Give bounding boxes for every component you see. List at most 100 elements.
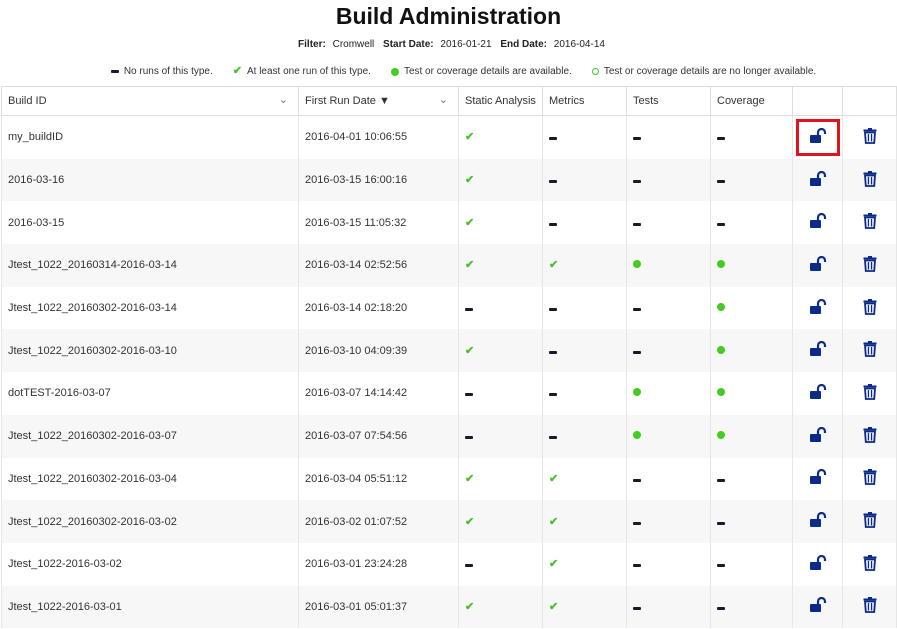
unlocked-lock-icon[interactable]: [801, 551, 835, 578]
metrics-cell: ✔: [542, 244, 627, 287]
build-id-cell: Jtest_1022_20160302-2016-03-10: [1, 329, 299, 373]
trash-icon[interactable]: [863, 512, 877, 531]
dash-icon: [549, 308, 557, 312]
dash-icon: [717, 606, 725, 610]
tests-cell: [626, 585, 711, 629]
lock-cell: [792, 372, 843, 415]
metrics-cell: [542, 414, 627, 458]
unlocked-lock-icon[interactable]: [801, 295, 835, 322]
coverage-cell: [710, 286, 793, 330]
trash-icon[interactable]: [863, 213, 877, 232]
start-date-value: 2016-01-21: [440, 39, 492, 50]
first-run-date-cell: 2016-03-10 04:09:39: [298, 329, 459, 373]
filled-dot-icon: [717, 303, 725, 312]
dash-icon: [549, 350, 557, 354]
legend-label: No runs of this type.: [123, 66, 213, 77]
first-run-date-cell: 2016-03-07 14:14:42: [298, 372, 459, 415]
static-analysis-cell: [458, 372, 543, 415]
unlocked-lock-icon[interactable]: [801, 423, 835, 450]
tests-cell: [626, 244, 711, 287]
coverage-cell: [710, 372, 793, 415]
unlocked-lock-icon[interactable]: [795, 118, 840, 156]
filled-dot-icon: [717, 388, 725, 397]
lock-cell: [792, 158, 843, 202]
trash-icon[interactable]: [863, 341, 877, 360]
unlocked-lock-icon[interactable]: [801, 252, 835, 279]
static-analysis-cell: [458, 414, 543, 458]
first-run-date-cell: 2016-03-15 16:00:16: [298, 158, 459, 202]
unlocked-lock-icon[interactable]: [801, 465, 835, 492]
coverage-cell: [710, 158, 793, 202]
trash-icon[interactable]: [863, 554, 877, 574]
delete-cell: [842, 542, 897, 586]
column-header-first-run-date[interactable]: First Run Date ▼ ⌄: [298, 86, 459, 116]
check-icon: ✔: [549, 515, 559, 528]
tests-cell: [626, 457, 711, 501]
tests-cell: [626, 201, 711, 245]
trash-icon[interactable]: [863, 426, 877, 446]
static-analysis-cell: ✔: [458, 500, 543, 543]
unlocked-lock-icon[interactable]: [801, 593, 835, 620]
chevron-down-icon[interactable]: ⌄: [439, 93, 448, 106]
trash-icon[interactable]: [863, 597, 877, 616]
delete-cell: [842, 158, 897, 202]
lock-cell: [792, 329, 843, 373]
tests-cell: [626, 115, 711, 159]
trash-icon[interactable]: [863, 469, 877, 488]
check-icon: ✔: [465, 174, 475, 187]
coverage-cell: [710, 414, 793, 458]
tests-cell: [626, 542, 711, 586]
page-title: Build Administration: [335, 3, 562, 29]
column-header-coverage: Coverage: [710, 86, 793, 116]
unlocked-lock-icon[interactable]: [801, 209, 835, 236]
chevron-down-icon[interactable]: ⌄: [279, 93, 288, 106]
table-row: Jtest_1022_20160302-2016-03-10 2016-03-1…: [1, 329, 897, 373]
legend-item-none: No runs of this type.: [110, 66, 213, 77]
unlocked-lock-icon[interactable]: [801, 167, 835, 194]
unlocked-lock-icon[interactable]: [801, 508, 835, 535]
lock-cell: [792, 414, 843, 458]
trash-icon[interactable]: [863, 255, 877, 275]
metrics-cell: ✔: [542, 500, 627, 543]
delete-cell: [842, 500, 897, 543]
static-analysis-cell: ✔: [458, 585, 543, 629]
dash-icon: [717, 478, 725, 482]
column-header-metrics: Metrics: [542, 86, 627, 116]
build-id-cell: Jtest_1022_20160302-2016-03-04: [1, 457, 299, 501]
table-row: dotTEST-2016-03-07 2016-03-07 14:14:42: [1, 372, 897, 415]
trash-icon[interactable]: [863, 170, 877, 190]
legend: No runs of this type. ✔ At least one run…: [0, 66, 897, 77]
table-row: Jtest_1022_20160302-2016-03-14 2016-03-1…: [1, 286, 897, 330]
build-id-cell: my_buildID: [1, 115, 299, 159]
metrics-cell: [542, 158, 627, 202]
filter-label: Filter:: [298, 39, 326, 50]
column-header-build-id[interactable]: Build ID ⌄: [1, 86, 299, 116]
dash-icon: [633, 137, 641, 141]
column-label: Build ID: [8, 95, 47, 107]
unlocked-lock-icon[interactable]: [801, 380, 835, 407]
table-row: Jtest_1022_20160302-2016-03-02 2016-03-0…: [1, 500, 897, 543]
column-header-tests: Tests: [626, 86, 711, 116]
column-header-lock: [792, 86, 843, 116]
delete-cell: [842, 372, 897, 415]
build-id-cell: Jtest_1022_20160302-2016-03-14: [1, 286, 299, 330]
check-icon: ✔: [549, 558, 559, 571]
static-analysis-cell: ✔: [458, 201, 543, 245]
dash-icon: [465, 436, 473, 440]
coverage-cell: [710, 457, 793, 501]
build-id-cell: Jtest_1022-2016-03-01: [1, 585, 299, 629]
dash-icon: [717, 521, 725, 525]
delete-cell: [842, 244, 897, 287]
tests-cell: [626, 158, 711, 202]
legend-label: Test or coverage details are no longer a…: [603, 66, 817, 77]
trash-icon[interactable]: [863, 298, 877, 318]
trash-icon[interactable]: [863, 127, 877, 147]
dash-icon: [549, 393, 557, 397]
dash-icon: [633, 180, 641, 184]
trash-icon[interactable]: [863, 383, 877, 403]
dash-icon: [549, 436, 557, 440]
metrics-cell: [542, 286, 627, 330]
first-run-date-cell: 2016-03-02 01:07:52: [298, 500, 459, 543]
unlocked-lock-icon[interactable]: [801, 337, 835, 364]
lock-cell: [792, 286, 843, 330]
